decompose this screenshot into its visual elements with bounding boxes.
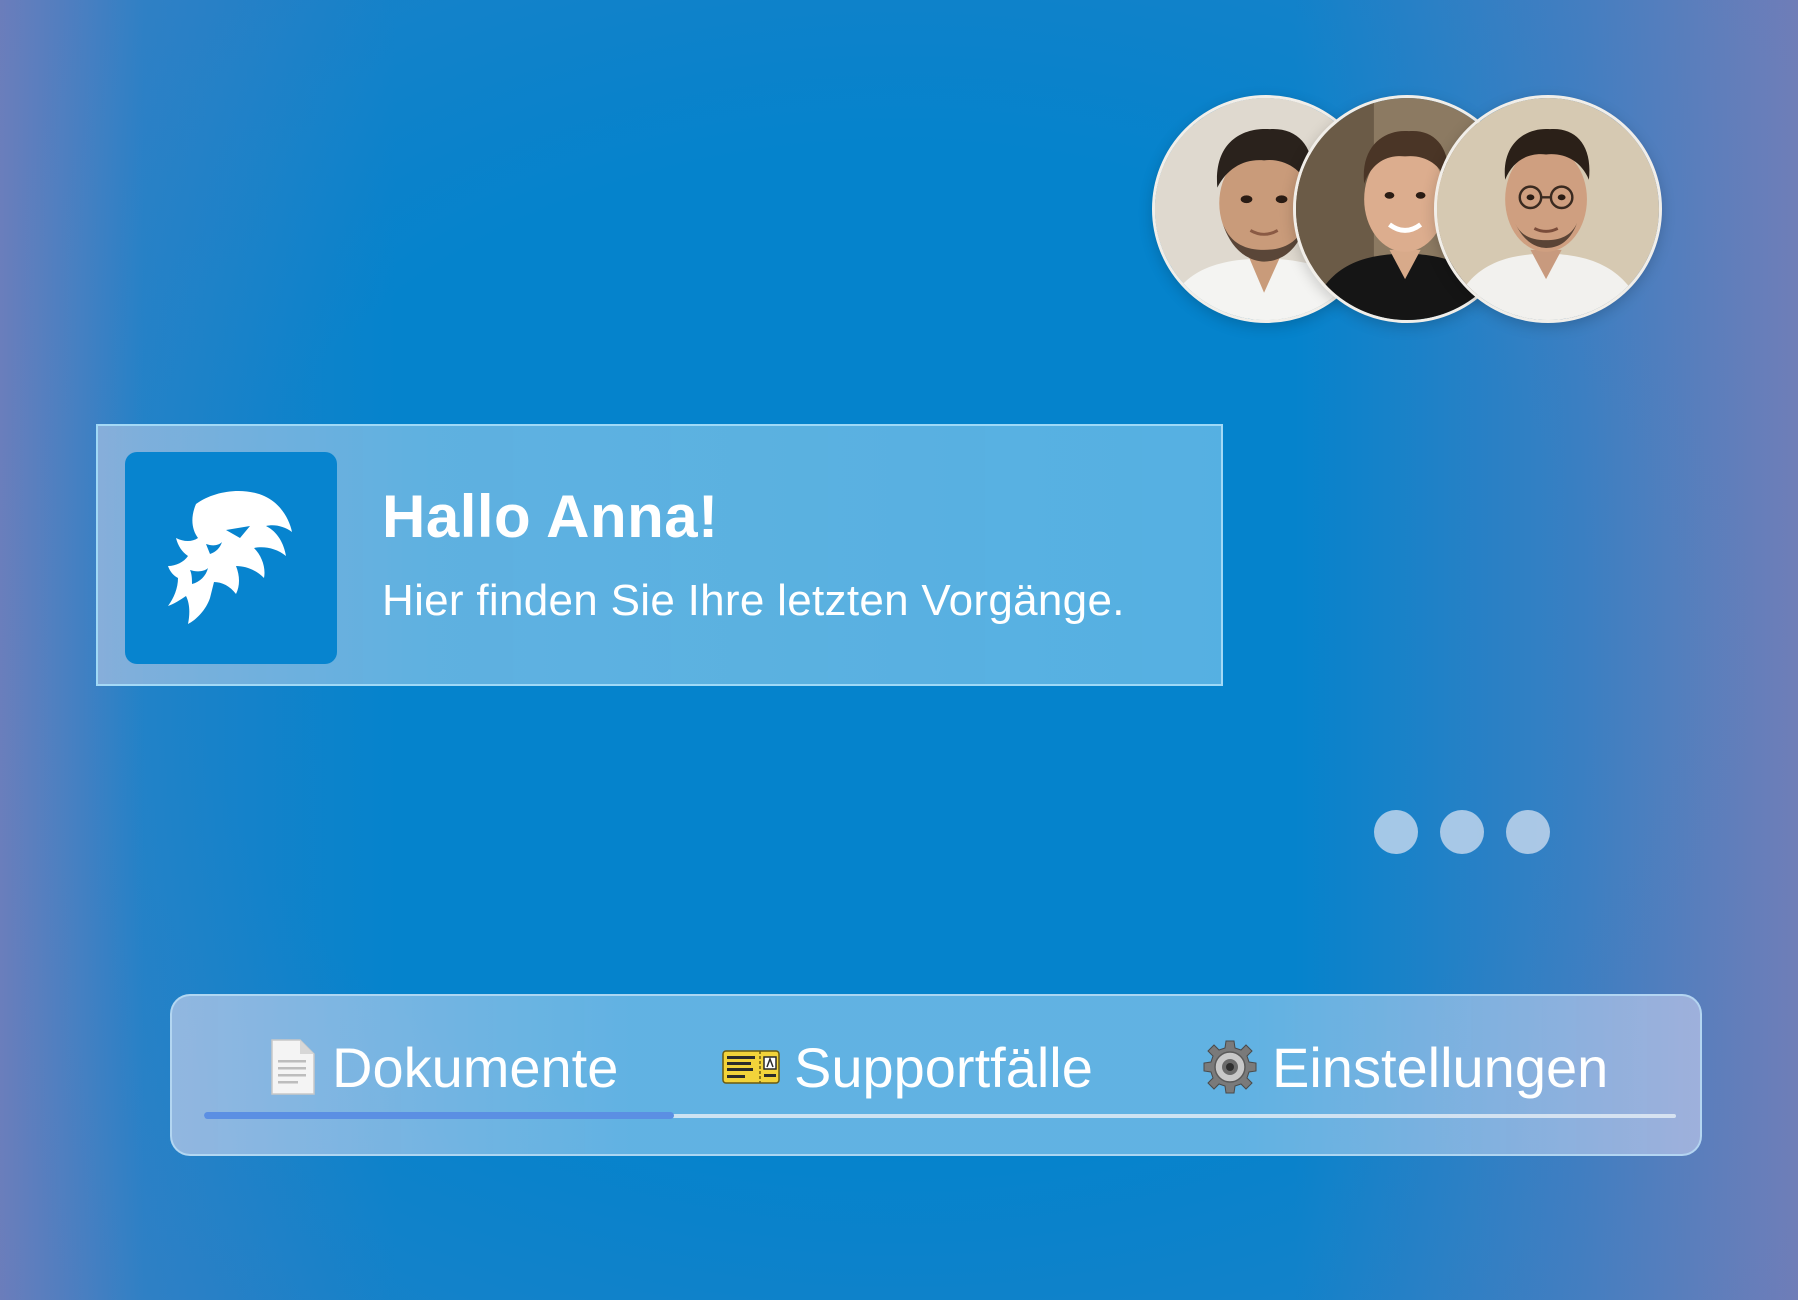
ticket-icon [722, 1049, 780, 1085]
greeting-card: Hallo Anna! Hier finden Sie Ihre letzten… [96, 424, 1223, 686]
tab-support-cases[interactable]: Supportfälle [722, 1032, 1093, 1102]
tab-documents[interactable]: Dokumente [266, 1032, 618, 1102]
typing-indicator [1374, 810, 1550, 854]
typing-dot [1506, 810, 1550, 854]
tab-label: Dokumente [332, 1035, 619, 1099]
lion-head-icon [166, 486, 296, 631]
brand-logo [125, 452, 337, 664]
tab-bar: Dokumente Supportfälle Einstellungen [170, 994, 1702, 1156]
typing-dot [1374, 810, 1418, 854]
greeting-title: Hallo Anna! [382, 483, 719, 550]
typing-dot [1440, 810, 1484, 854]
tab-label: Supportfälle [794, 1035, 1093, 1099]
document-icon [266, 1038, 318, 1096]
gear-icon [1202, 1039, 1258, 1095]
avatar [1434, 95, 1662, 323]
greeting-subtitle: Hier finden Sie Ihre letzten Vorgänge. [382, 576, 1125, 625]
tab-label: Einstellungen [1272, 1035, 1609, 1099]
tab-settings[interactable]: Einstellungen [1202, 1032, 1608, 1102]
active-tab-indicator [204, 1112, 674, 1119]
team-avatars [1152, 95, 1664, 327]
